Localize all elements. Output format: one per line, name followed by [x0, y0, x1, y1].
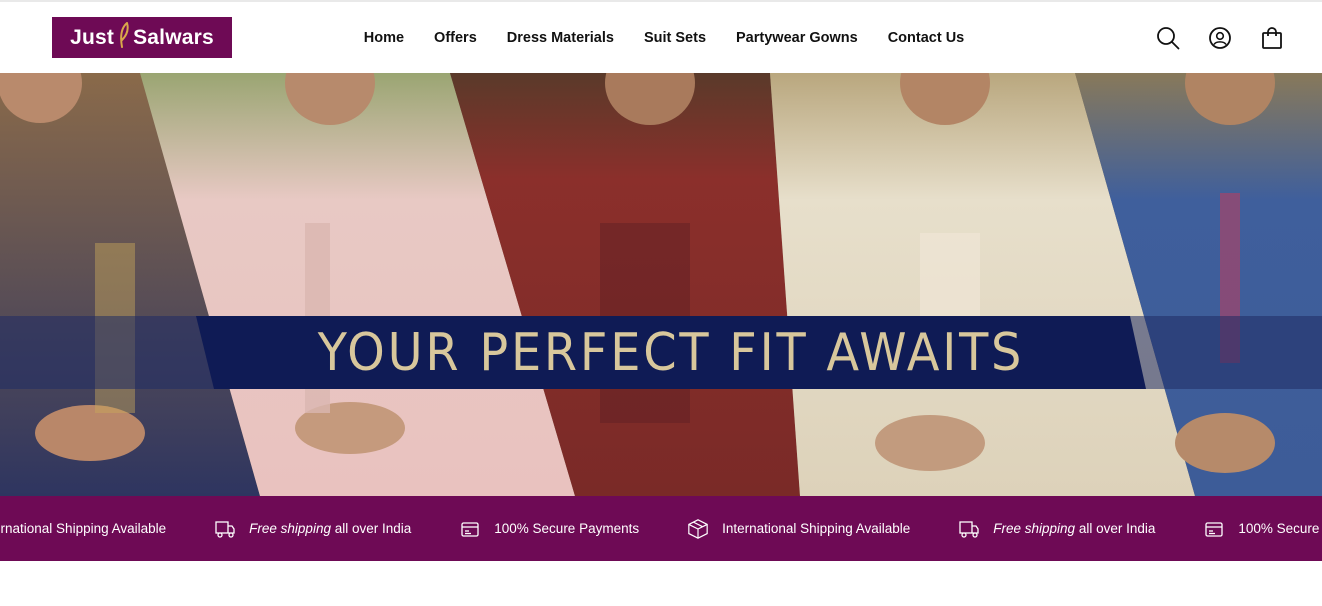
ticker-text: 100% Secure Payments [494, 521, 640, 536]
nav-item-offers[interactable]: Offers [434, 30, 477, 46]
nav-item-home[interactable]: Home [364, 30, 404, 46]
site-header: Just Salwars Home Offers Dress Materials… [0, 2, 1322, 73]
ticker-item: Free shipping all over India [958, 518, 1155, 540]
ticker-italic: Free shipping [993, 521, 1076, 536]
ticker-item: 100% Secure Payments [1203, 518, 1322, 540]
truck-icon [214, 518, 236, 540]
card-icon [459, 518, 481, 540]
ticker-item: Free shipping all over India [214, 518, 411, 540]
ticker-text: all over India [330, 521, 412, 536]
ticker-track: International Shipping Available Free sh… [0, 496, 1322, 561]
hero-image [0, 73, 1322, 496]
ticker-text: all over India [1075, 521, 1156, 536]
hero-banner[interactable]: YOUR PERFECT FIT AWAITS [0, 73, 1322, 496]
package-icon [687, 518, 709, 540]
hero-headline: YOUR PERFECT FIT AWAITS [317, 322, 1025, 383]
nav-item-suit-sets[interactable]: Suit Sets [644, 30, 706, 46]
feather-icon [118, 21, 130, 54]
ticker-italic: Free shipping [249, 521, 331, 536]
search-icon[interactable] [1154, 24, 1182, 52]
ticker-item: International Shipping Available [687, 518, 910, 540]
nav-item-contact-us[interactable]: Contact Us [888, 30, 965, 46]
truck-icon [958, 518, 980, 540]
brand-name-left: Just [70, 25, 115, 49]
nav-item-partywear-gowns[interactable]: Partywear Gowns [736, 30, 858, 46]
header-actions [1154, 24, 1286, 52]
ticker-item: International Shipping Available [0, 521, 166, 536]
card-icon [1203, 518, 1225, 540]
nav-item-dress-materials[interactable]: Dress Materials [507, 30, 614, 46]
features-ticker: International Shipping Available Free sh… [0, 496, 1322, 561]
brand-name-right: Salwars [133, 25, 214, 49]
account-icon[interactable] [1206, 24, 1234, 52]
brand-logo[interactable]: Just Salwars [52, 17, 232, 58]
bag-icon[interactable] [1258, 24, 1286, 52]
ticker-text: International Shipping Available [0, 521, 167, 536]
ticker-text: 100% Secure Payments [1238, 521, 1322, 536]
ticker-text: International Shipping Available [722, 521, 911, 536]
ticker-item: 100% Secure Payments [459, 518, 639, 540]
